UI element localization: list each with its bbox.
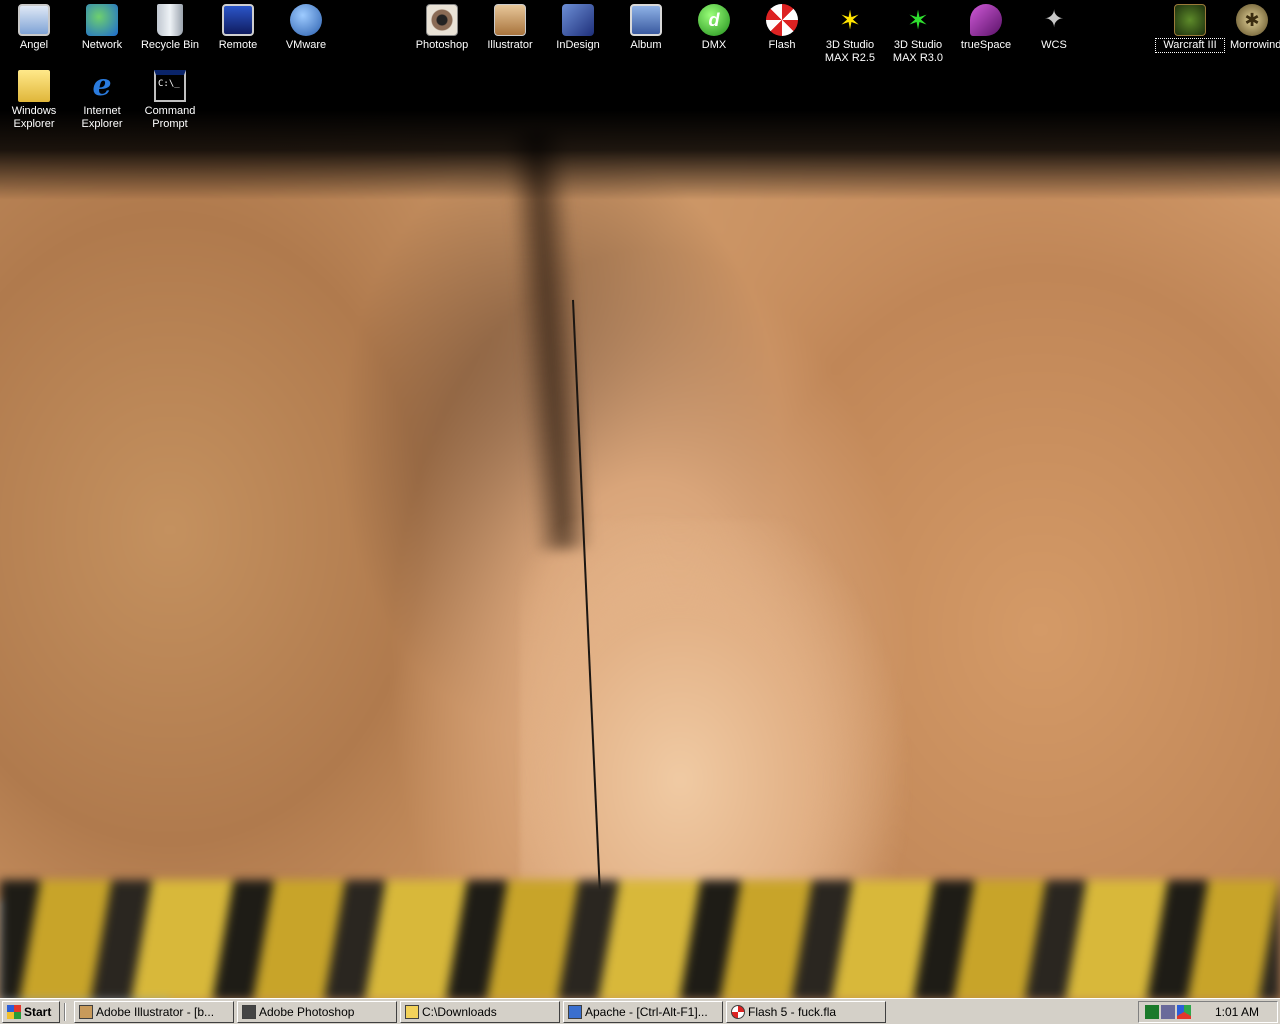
icon-label: Photoshop <box>415 39 469 51</box>
icon-label: Album <box>630 39 662 51</box>
task-label: C:\Downloads <box>422 1005 497 1019</box>
vmware-icon <box>290 4 322 36</box>
rock-tower <box>520 520 980 940</box>
warcraft-iii-icon <box>1174 4 1206 36</box>
desktop-icon-internet-explorer[interactable]: e Internet Explorer <box>68 70 136 131</box>
start-button[interactable]: Start <box>2 1001 60 1023</box>
icon-label: Remote <box>218 39 258 51</box>
desktop-icon-windows-explorer[interactable]: Windows Explorer <box>0 70 68 131</box>
desktop-icon-truespace[interactable]: trueSpace <box>952 4 1020 52</box>
flash-task-icon <box>731 1005 745 1019</box>
photoshop-task-icon <box>242 1005 256 1019</box>
task-button-photoshop[interactable]: Adobe Photoshop <box>237 1001 397 1023</box>
indesign-icon <box>562 4 594 36</box>
folder-search-icon <box>18 70 50 102</box>
desktop-icon-dmx[interactable]: d DMX <box>680 4 748 52</box>
task-button-apache[interactable]: Apache - [Ctrl-Alt-F1]... <box>563 1001 723 1023</box>
icon-label: trueSpace <box>960 39 1012 51</box>
start-label: Start <box>24 1005 52 1019</box>
3dsmax-r25-icon: ✶ <box>839 5 861 35</box>
desktop-icon-recycle-bin[interactable]: Recycle Bin <box>136 4 204 52</box>
desktop-icon-morrowind[interactable]: ✱ Morrowind <box>1224 4 1280 52</box>
desktop-icon-illustrator[interactable]: Illustrator <box>476 4 544 52</box>
desktop-wallpaper <box>0 0 1280 998</box>
icon-label: InDesign <box>556 39 600 51</box>
icon-label: Morrowind <box>1230 39 1280 51</box>
task-button-illustrator[interactable]: Adobe Illustrator - [b... <box>74 1001 234 1023</box>
task-button-downloads[interactable]: C:\Downloads <box>400 1001 560 1023</box>
icon-label: WCS <box>1041 39 1067 51</box>
icon-label: Flash <box>768 39 796 51</box>
icon-label: Internet Explorer <box>81 105 123 130</box>
icon-label: Illustrator <box>487 39 533 51</box>
remote-desktop-icon <box>222 4 254 36</box>
3dsmax-r30-icon: ✶ <box>907 5 929 35</box>
apache-task-icon <box>568 1005 582 1019</box>
desktop-icon-wcs[interactable]: ✦ WCS <box>1020 4 1088 52</box>
illustrator-task-icon <box>79 1005 93 1019</box>
icon-label: Angel <box>19 39 49 51</box>
truespace-icon <box>970 4 1002 36</box>
computer-icon <box>18 4 50 36</box>
desktop-icon-angel[interactable]: Angel <box>0 4 68 52</box>
clock[interactable]: 1:01 AM <box>1215 1005 1259 1019</box>
desktop-icon-command-prompt[interactable]: C:\_ Command Prompt <box>136 70 204 131</box>
icon-label: 3D Studio MAX R3.0 <box>892 39 944 64</box>
task-button-flash[interactable]: Flash 5 - fuck.fla <box>726 1001 886 1023</box>
desktop-icon-3dsmax-r25[interactable]: ✶ 3D Studio MAX R2.5 <box>816 4 884 65</box>
tray-network-icon[interactable] <box>1145 1005 1159 1019</box>
tray-computer-icon[interactable] <box>1161 1005 1175 1019</box>
desktop-icon-indesign[interactable]: InDesign <box>544 4 612 52</box>
windows-logo-icon <box>7 1005 21 1019</box>
icon-label: 3D Studio MAX R2.5 <box>824 39 876 64</box>
morrowind-icon: ✱ <box>1236 4 1268 36</box>
vehicle-hood <box>0 880 1280 998</box>
photoshop-eye-icon <box>426 4 458 36</box>
command-prompt-icon: C:\_ <box>154 70 186 102</box>
tray-app-icon[interactable] <box>1177 1005 1191 1019</box>
icon-label: VMware <box>285 39 327 51</box>
desktop-icon-flash[interactable]: Flash <box>748 4 816 52</box>
task-label: Adobe Photoshop <box>259 1005 355 1019</box>
desktop-icon-album[interactable]: Album <box>612 4 680 52</box>
album-icon <box>630 4 662 36</box>
desktop-icon-3dsmax-r30[interactable]: ✶ 3D Studio MAX R3.0 <box>884 4 952 65</box>
icon-label: DMX <box>701 39 727 51</box>
desktop-icon-photoshop[interactable]: Photoshop <box>408 4 476 52</box>
flash-icon <box>766 4 798 36</box>
illustrator-venus-icon <box>494 4 526 36</box>
task-label: Flash 5 - fuck.fla <box>748 1005 837 1019</box>
network-icon <box>86 4 118 36</box>
icon-label: Recycle Bin <box>140 39 200 51</box>
taskbar-separator <box>64 1003 66 1021</box>
icon-label: Network <box>81 39 123 51</box>
desktop-icon-vmware[interactable]: VMware <box>272 4 340 52</box>
desktop-icon-remote[interactable]: Remote <box>204 4 272 52</box>
wcs-icon: ✦ <box>1043 6 1065 33</box>
icon-label: Windows Explorer <box>11 105 57 130</box>
desktop-icon-network[interactable]: Network <box>68 4 136 52</box>
internet-explorer-icon: e <box>92 68 112 103</box>
taskbar: Start Adobe Illustrator - [b... Adobe Ph… <box>0 998 1280 1024</box>
desktop-icon-warcraft-iii[interactable]: Warcraft III <box>1155 4 1225 53</box>
icon-label: Command Prompt <box>144 105 196 130</box>
task-label: Apache - [Ctrl-Alt-F1]... <box>585 1005 708 1019</box>
dreamweaver-icon: d <box>698 4 730 36</box>
system-tray: 1:01 AM <box>1138 1001 1278 1023</box>
recycle-bin-icon <box>157 4 183 36</box>
task-label: Adobe Illustrator - [b... <box>96 1005 215 1019</box>
icon-label: Warcraft III <box>1155 38 1225 53</box>
folder-icon <box>405 1005 419 1019</box>
